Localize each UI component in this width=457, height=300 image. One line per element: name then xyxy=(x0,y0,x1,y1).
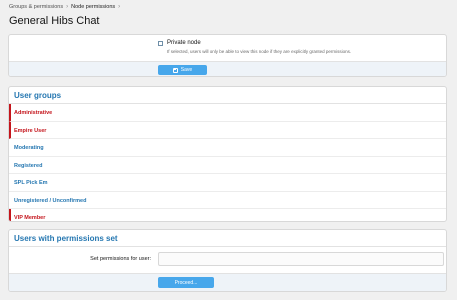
user-groups-header: User groups xyxy=(9,87,446,104)
private-node-checkbox[interactable] xyxy=(158,41,163,46)
save-button[interactable]: Save xyxy=(158,65,207,75)
page-title: General Hibs Chat xyxy=(9,15,100,27)
username-input[interactable] xyxy=(158,252,444,266)
user-group-administrative[interactable]: Administrative xyxy=(9,104,446,122)
private-node-label[interactable]: Private node xyxy=(167,40,201,46)
user-group-vip-member[interactable]: VIP Member xyxy=(9,209,446,221)
private-node-hint: If selected, users will only be able to … xyxy=(167,49,352,54)
proceed-row: Proceed... xyxy=(9,274,446,291)
set-permissions-label: Set permissions for user: xyxy=(90,256,151,262)
user-groups-list: Administrative Empire User Moderating Re… xyxy=(9,104,446,221)
user-groups-block: User groups Administrative Empire User M… xyxy=(8,86,447,222)
form-submit-row: Save xyxy=(9,62,446,76)
user-group-registered[interactable]: Registered xyxy=(9,157,446,174)
save-icon xyxy=(172,67,178,73)
proceed-button[interactable]: Proceed... xyxy=(158,277,214,288)
breadcrumb-link-node-permissions[interactable]: Node permissions xyxy=(71,4,115,10)
user-group-unregistered-unconfirmed[interactable]: Unregistered / Unconfirmed xyxy=(9,192,446,209)
users-with-permissions-block: Users with permissions set Set permissio… xyxy=(8,229,447,292)
breadcrumb-link-groups-permissions[interactable]: Groups & permissions xyxy=(9,4,63,10)
set-permissions-row: Set permissions for user: xyxy=(9,247,446,274)
user-group-spl-pick-em[interactable]: SPL Pick Em xyxy=(9,174,446,192)
private-node-block: Private node If selected, users will onl… xyxy=(8,34,447,77)
user-group-empire-user[interactable]: Empire User xyxy=(9,121,446,139)
chevron-right-icon: › xyxy=(118,4,121,10)
save-button-label: Save xyxy=(180,67,193,73)
chevron-right-icon: › xyxy=(66,4,69,10)
user-group-moderating[interactable]: Moderating xyxy=(9,139,446,157)
users-with-permissions-header: Users with permissions set xyxy=(9,230,446,247)
breadcrumb: Groups & permissions › Node permissions … xyxy=(9,4,120,10)
private-node-row: Private node If selected, users will onl… xyxy=(9,35,446,62)
